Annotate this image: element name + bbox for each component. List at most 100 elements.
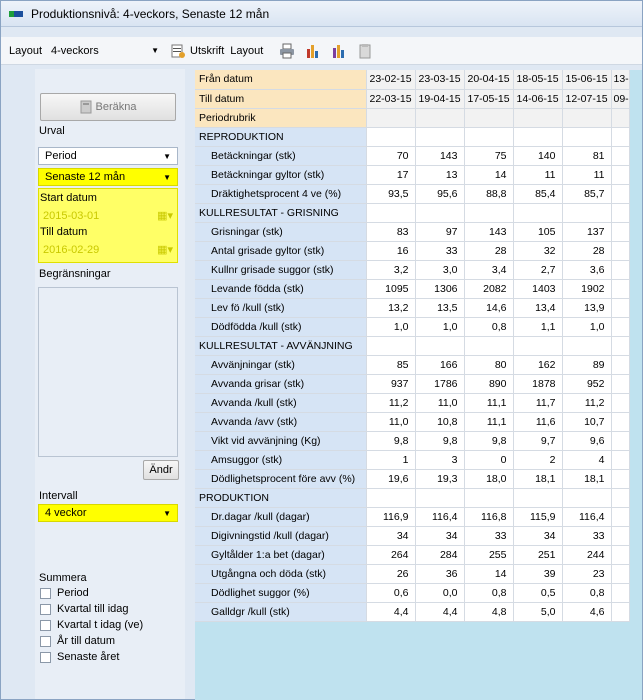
cell[interactable]: 255 xyxy=(464,545,514,565)
cell[interactable]: 1878 xyxy=(513,374,563,394)
cell[interactable]: 3,6 xyxy=(562,260,612,280)
cell[interactable] xyxy=(513,336,563,356)
cell[interactable]: 4,8 xyxy=(464,602,514,622)
cell[interactable]: 83 xyxy=(366,222,416,242)
period-select[interactable]: Senaste 12 mån ▼ xyxy=(38,168,178,186)
cell[interactable]: 9,8 xyxy=(366,431,416,451)
cell[interactable]: 14-06-15 xyxy=(513,89,563,109)
cell[interactable]: 85,7 xyxy=(562,184,612,204)
cell[interactable]: 13,9 xyxy=(562,298,612,318)
cell[interactable]: 19-04-15 xyxy=(415,89,465,109)
chart-button[interactable] xyxy=(305,43,325,59)
cell[interactable]: 14 xyxy=(464,165,514,185)
cell[interactable]: 1,0 xyxy=(562,317,612,337)
cell[interactable]: 14,6 xyxy=(464,298,514,318)
cell[interactable]: 11 xyxy=(562,165,612,185)
cell[interactable] xyxy=(611,583,630,603)
cell[interactable]: 3,2 xyxy=(366,260,416,280)
checkbox[interactable] xyxy=(40,603,51,615)
cell[interactable] xyxy=(366,488,416,508)
cell[interactable]: 10,7 xyxy=(562,412,612,432)
cell[interactable]: 13- xyxy=(611,70,630,90)
cell[interactable]: 80 xyxy=(464,355,514,375)
cell[interactable] xyxy=(415,336,465,356)
cell[interactable] xyxy=(611,507,630,527)
cell[interactable] xyxy=(611,450,630,470)
cell[interactable] xyxy=(611,602,630,622)
cell[interactable]: 0,6 xyxy=(366,583,416,603)
sum-option-quarter-to-date[interactable]: Kvartal till idag xyxy=(40,603,129,615)
cell[interactable]: 11,2 xyxy=(562,393,612,413)
cell[interactable]: 2,7 xyxy=(513,260,563,280)
cell[interactable] xyxy=(611,526,630,546)
cell[interactable]: 244 xyxy=(562,545,612,565)
cell[interactable] xyxy=(464,203,514,223)
cell[interactable]: 17-05-15 xyxy=(464,89,514,109)
cell[interactable]: 88,8 xyxy=(464,184,514,204)
cell[interactable]: 116,9 xyxy=(366,507,416,527)
cell[interactable]: 137 xyxy=(562,222,612,242)
cell[interactable]: 143 xyxy=(415,146,465,166)
cell[interactable]: 23-03-15 xyxy=(415,70,465,90)
checkbox[interactable] xyxy=(40,587,51,599)
cell[interactable]: 4 xyxy=(562,450,612,470)
cell[interactable] xyxy=(366,336,416,356)
cell[interactable]: 890 xyxy=(464,374,514,394)
cell[interactable]: 264 xyxy=(366,545,416,565)
cell[interactable]: 3 xyxy=(415,450,465,470)
cell[interactable] xyxy=(562,127,612,147)
cell[interactable]: 26 xyxy=(366,564,416,584)
cell[interactable] xyxy=(611,412,630,432)
cell[interactable] xyxy=(611,222,630,242)
cell[interactable] xyxy=(464,488,514,508)
cell[interactable]: 0,0 xyxy=(415,583,465,603)
cell[interactable] xyxy=(415,127,465,147)
results-grid[interactable]: Från datum 23-02-15 23-03-15 20-04-15 18-05-… xyxy=(195,70,642,700)
cell[interactable]: 952 xyxy=(562,374,612,394)
cell[interactable] xyxy=(464,108,514,128)
cell[interactable]: 0,8 xyxy=(562,583,612,603)
cell[interactable]: 9,6 xyxy=(562,431,612,451)
cell[interactable]: 937 xyxy=(366,374,416,394)
cell[interactable]: 284 xyxy=(415,545,465,565)
cell[interactable]: 70 xyxy=(366,146,416,166)
cell[interactable]: 4,4 xyxy=(366,602,416,622)
cell[interactable] xyxy=(611,279,630,299)
cell[interactable]: 9,8 xyxy=(464,431,514,451)
cell[interactable]: 0 xyxy=(464,450,514,470)
cell[interactable] xyxy=(562,336,612,356)
cell[interactable] xyxy=(415,108,465,128)
cell[interactable] xyxy=(513,108,563,128)
cell[interactable]: 23 xyxy=(562,564,612,584)
cell[interactable]: 11,6 xyxy=(513,412,563,432)
cell[interactable]: 116,4 xyxy=(415,507,465,527)
cell[interactable]: 166 xyxy=(415,355,465,375)
cell[interactable]: 81 xyxy=(562,146,612,166)
cell[interactable]: 9,7 xyxy=(513,431,563,451)
cell[interactable]: 14 xyxy=(464,564,514,584)
cell[interactable]: 95,6 xyxy=(415,184,465,204)
cell[interactable] xyxy=(415,203,465,223)
cell[interactable] xyxy=(366,108,416,128)
cell[interactable]: 11,1 xyxy=(464,393,514,413)
cell[interactable] xyxy=(562,488,612,508)
printer-button[interactable] xyxy=(279,43,299,59)
cell[interactable]: 4,6 xyxy=(562,602,612,622)
cell[interactable]: 17 xyxy=(366,165,416,185)
end-date-field[interactable]: 2016-02-29 ▦▾ xyxy=(40,241,176,258)
cell[interactable]: 36 xyxy=(415,564,465,584)
cell[interactable]: 18,1 xyxy=(513,469,563,489)
cell[interactable] xyxy=(562,108,612,128)
cell[interactable] xyxy=(611,488,630,508)
cell[interactable]: 11 xyxy=(513,165,563,185)
cell[interactable]: 1403 xyxy=(513,279,563,299)
cell[interactable]: 116,8 xyxy=(464,507,514,527)
cell[interactable]: 13,2 xyxy=(366,298,416,318)
cell[interactable]: 34 xyxy=(513,526,563,546)
cell[interactable]: 1,0 xyxy=(415,317,465,337)
cell[interactable]: 10,8 xyxy=(415,412,465,432)
sum-option-period[interactable]: Period xyxy=(40,587,89,599)
cell[interactable] xyxy=(513,203,563,223)
cell[interactable]: 75 xyxy=(464,146,514,166)
cell[interactable]: 1902 xyxy=(562,279,612,299)
